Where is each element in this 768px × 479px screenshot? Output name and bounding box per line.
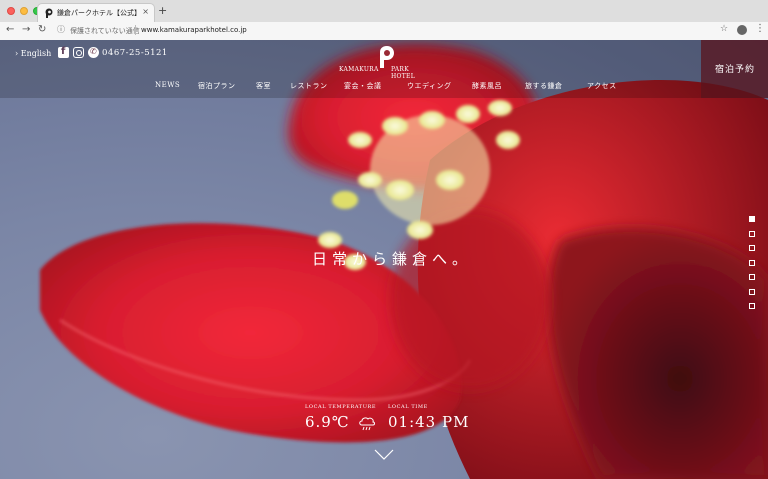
time-value: 01:43 PM [388, 413, 470, 431]
back-icon[interactable]: ← [6, 24, 14, 35]
logo-right-text: PARK HOTEL [391, 66, 416, 80]
close-tab-icon[interactable]: × [142, 7, 149, 16]
info-icon[interactable]: ⓘ [57, 24, 65, 35]
phone-number[interactable]: 0467-25-5121 [102, 48, 168, 58]
browser-tab-bar: 鎌倉パークホテル【公式】| KA × + [0, 0, 768, 23]
slide-dot[interactable] [749, 230, 755, 237]
temperature-block: LOCAL TEMPERATURE 6.9℃ [305, 404, 376, 431]
new-tab-button[interactable]: + [158, 4, 167, 17]
site-header: › English f ✆ 0467-25-5121 KAMAKURA PARK… [0, 40, 768, 98]
url-text[interactable]: www.kamakuraparkhotel.co.jp [141, 26, 247, 34]
reserve-button[interactable]: 宿泊予約 [701, 40, 768, 98]
bookmark-star-icon[interactable]: ☆ [720, 24, 728, 34]
phone-icon: ✆ [88, 47, 99, 58]
close-window-button[interactable] [7, 7, 15, 15]
facebook-icon[interactable]: f [58, 46, 69, 58]
nav-access[interactable]: アクセス [587, 81, 617, 91]
instagram-icon[interactable] [73, 47, 84, 58]
browser-tab[interactable]: 鎌倉パークホテル【公式】| KA × [37, 3, 155, 23]
time-block: LOCAL TIME 01:43 PM [388, 404, 469, 431]
nav-rooms[interactable]: 客室 [256, 81, 271, 91]
nav-wedding[interactable]: ウエディング [407, 81, 452, 91]
scroll-down-icon[interactable] [374, 449, 394, 460]
hero-tagline: 日常から鎌倉へ。 [312, 250, 473, 268]
window-controls [7, 7, 41, 15]
nav-travel[interactable]: 旅する鎌倉 [525, 81, 563, 91]
nav-plans[interactable]: 宿泊プラン [198, 81, 236, 91]
temperature-label: LOCAL TEMPERATURE [305, 404, 377, 410]
nav-banquet[interactable]: 宴会・会議 [344, 81, 382, 91]
logo-mark-icon [380, 46, 394, 68]
nav-news[interactable]: NEWS [155, 81, 180, 89]
minimize-window-button[interactable] [20, 7, 28, 15]
hero-section: › English f ✆ 0467-25-5121 KAMAKURA PARK… [0, 40, 768, 479]
forward-icon[interactable]: → [22, 24, 30, 35]
divider [135, 25, 136, 35]
cloud-rain-icon [359, 416, 376, 430]
temperature-value: 6.9℃ [305, 413, 350, 431]
slide-indicators [749, 216, 755, 318]
reload-icon[interactable]: ↻ [38, 24, 46, 35]
omnibox[interactable]: ⓘ 保護されていない通信 www.kamakuraparkhotel.co.jp [54, 24, 714, 37]
temperature-value-row: 6.9℃ [305, 413, 376, 431]
account-icon[interactable] [737, 25, 747, 35]
slide-dot[interactable] [749, 288, 755, 295]
slide-dot[interactable] [749, 245, 755, 251]
site-logo[interactable]: KAMAKURA PARK HOTEL [339, 46, 431, 80]
slide-dot[interactable] [749, 216, 755, 222]
slide-dot[interactable] [749, 259, 755, 266]
slide-dot[interactable] [749, 303, 755, 309]
logo-left-text: KAMAKURA [339, 66, 379, 73]
english-link[interactable]: › English [15, 49, 51, 58]
tab-title: 鎌倉パークホテル【公式】| KA [57, 9, 141, 17]
time-label: LOCAL TIME [388, 404, 428, 410]
nav-restaurant[interactable]: レストラン [290, 81, 328, 91]
browser-menu-icon[interactable]: ⋮ [755, 23, 765, 34]
favicon-icon [45, 8, 53, 18]
reserve-label: 宿泊予約 [715, 65, 756, 75]
address-bar: ← → ↻ ⓘ 保護されていない通信 www.kamakuraparkhotel… [0, 22, 768, 41]
main-nav: NEWS 宿泊プラン 客室 レストラン 宴会・会議 ウエディング 酵素風呂 旅す… [0, 81, 768, 93]
slide-dot[interactable] [749, 274, 755, 280]
nav-enzyme-bath[interactable]: 酵素風呂 [472, 81, 502, 91]
security-label: 保護されていない通信 [70, 27, 140, 35]
